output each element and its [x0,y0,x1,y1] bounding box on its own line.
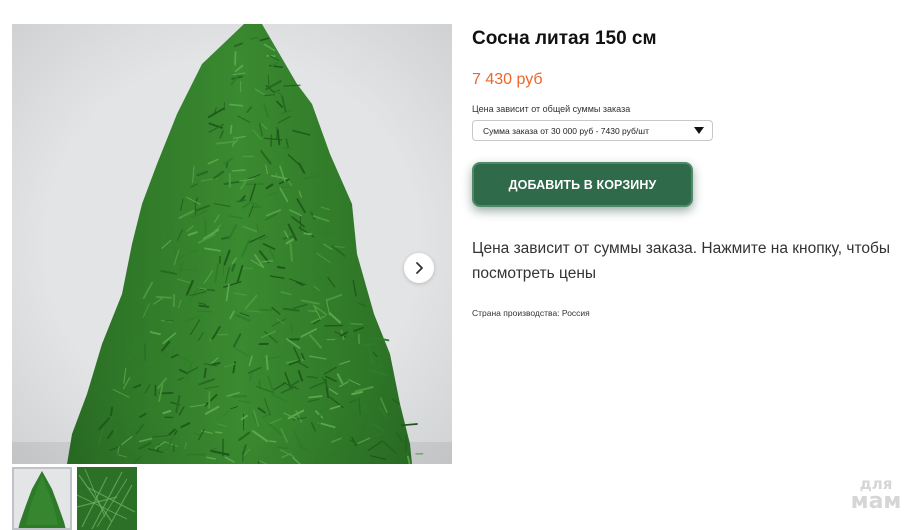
thumbnail-needles[interactable] [77,467,137,530]
pine-tree-thumbnail [12,467,72,530]
price-tier-selected-value: Сумма заказа от 30 000 руб - 7430 руб/шт [483,125,649,136]
price-tier-select[interactable]: Сумма заказа от 30 000 руб - 7430 руб/шт [472,120,713,141]
next-image-button[interactable] [404,253,434,283]
thumbnail-tree[interactable] [12,467,72,530]
caret-down-icon [694,127,704,134]
price-note-label: Цена зависит от общей суммы заказа [472,104,631,114]
pine-needles-thumbnail [77,467,137,530]
watermark-line2: мам [850,489,902,514]
pine-tree-image [12,24,452,464]
add-to-cart-button[interactable]: ДОБАВИТЬ В КОРЗИНУ [472,162,693,207]
product-title: Сосна литая 150 см [472,28,657,49]
product-description: Цена зависит от суммы заказа. Нажмите на… [472,240,891,282]
watermark-logo: для мам [836,476,916,514]
country-of-origin: Страна производства: Россия [472,308,590,318]
product-main-image[interactable] [12,24,452,464]
thumbnail-strip [12,467,137,530]
product-price: 7 430 руб [472,71,543,88]
chevron-right-icon [416,262,423,274]
